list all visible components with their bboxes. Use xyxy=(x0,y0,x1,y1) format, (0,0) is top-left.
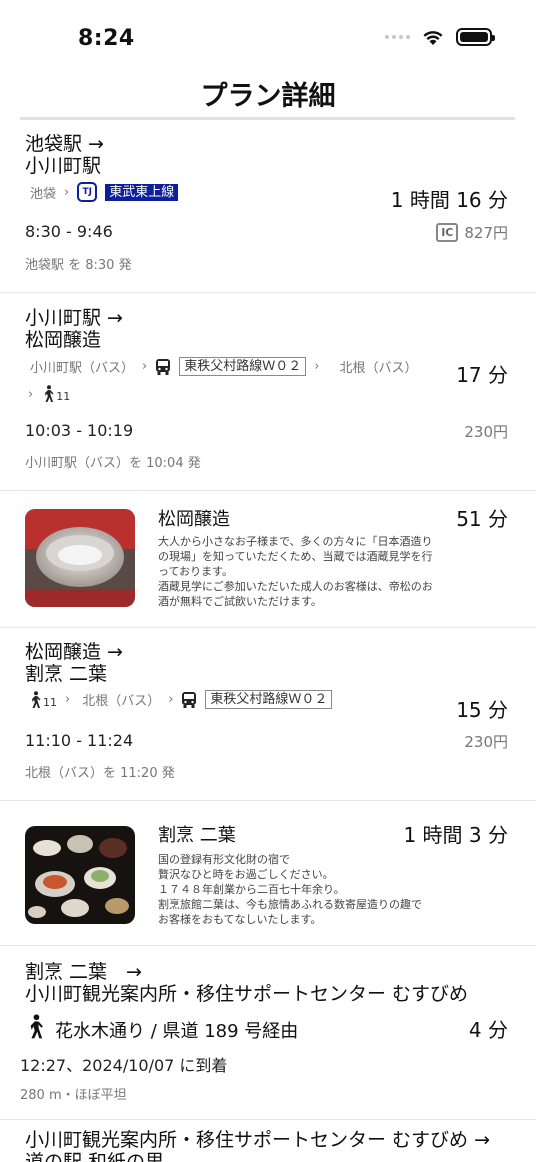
leg-destination: 道の駅 和紙の里 xyxy=(25,1151,165,1162)
arrival-time: 12:27、2024/10/07 に到着 xyxy=(20,1056,228,1075)
line-badge: 東武東上線 xyxy=(105,183,179,201)
leg-destination: 小川町駅 xyxy=(25,155,102,177)
leg-title: 小川町駅 → xyxy=(25,307,123,329)
spot-description-text: 国の登録有形文化財の宿で 贅沢なひと時をお過ごしください。 １７４８年創業から二… xyxy=(158,853,422,926)
walk-minutes: 11 xyxy=(56,390,71,403)
stay-duration: 51 分 xyxy=(456,507,508,531)
stay-duration: 1 時間 3 分 xyxy=(403,823,508,847)
leg-card-musubime-michinoeki[interactable]: 小川町観光案内所・移住サポートセンター むすびめ → 道の駅 和紙の里 xyxy=(0,1120,536,1162)
departure-note: 北根（バス）を 11:20 発 xyxy=(25,766,175,781)
fare-amount: 230円 xyxy=(464,733,508,751)
tobu-tj-icon: TJ xyxy=(77,182,98,202)
chevron-right-icon: › xyxy=(65,692,71,707)
spot-name: 松岡醸造 xyxy=(158,509,230,530)
from-station: 池袋 xyxy=(30,186,57,202)
leg-destination: 松岡醸造 xyxy=(25,329,102,351)
leg-destination: 割烹 二葉 xyxy=(25,663,108,685)
leg-destination: 小川町観光案内所・移住サポートセンター むすびめ xyxy=(25,983,469,1005)
route-row: 小川町駅（バス） › 東秩父村路線Ｗ０２ › 北根（バス） xyxy=(25,357,417,376)
sake-photo xyxy=(25,509,135,607)
battery-icon xyxy=(456,28,495,46)
chevron-right-icon: › xyxy=(314,359,320,374)
leg-duration: 15 分 xyxy=(456,698,508,722)
route-row: 11 › 北根（バス） › 東秩父村路線Ｗ０２ xyxy=(25,690,333,709)
fare-amount: 827円 xyxy=(464,224,508,242)
spot-description-text: 大人から小さなお子様まで、多くの方々に「日本酒造りの現場」を知っていただくため、… xyxy=(158,535,433,608)
time-range: 11:10 - 11:24 xyxy=(25,731,134,750)
to-stop: 北根（バス） xyxy=(339,361,418,376)
leg-duration: 4 分 xyxy=(468,1018,508,1042)
walk-route: 花水木通り / 県道 189 号経由 xyxy=(25,1014,298,1045)
walk-minutes: 11 xyxy=(43,695,57,709)
cellular-signal-icon xyxy=(385,35,410,39)
ic-card-icon: IC xyxy=(436,223,459,242)
walk-row: › 11 xyxy=(25,385,70,403)
fare: 230円 xyxy=(464,731,508,752)
bus-icon xyxy=(155,358,171,376)
line-badge: 東秩父村路線Ｗ０２ xyxy=(179,357,307,376)
chevron-right-icon: › xyxy=(142,359,148,374)
leg-duration: 17 分 xyxy=(456,363,508,387)
bus-icon xyxy=(181,691,197,709)
spot-description: 大人から小さなお子様まで、多くの方々に「日本酒造りの現場」を知っていただくため、… xyxy=(158,534,443,609)
walk-icon: 11 xyxy=(41,385,70,403)
spot-description: 国の登録有形文化財の宿で 贅沢なひと時をお過ごしください。 １７４８年創業から二… xyxy=(158,852,458,927)
leg-card-ogawamachi-matsuoka[interactable]: 小川町駅 → 松岡醸造 小川町駅（バス） › 東秩父村路線Ｗ０２ › 北根（バス… xyxy=(0,293,536,491)
walk-icon xyxy=(25,1014,45,1045)
kaiseki-meal-photo xyxy=(25,826,135,924)
walk-distance: 280 m・ほぼ平坦 xyxy=(20,1088,127,1103)
leg-title: 割烹 二葉 → xyxy=(25,961,142,983)
fare-amount: 230円 xyxy=(464,423,508,441)
page-title: プラン詳細 xyxy=(200,81,336,112)
spot-card-futaba[interactable]: 割烹 二葉 1 時間 3 分 国の登録有形文化財の宿で 贅沢なひと時をお過ごしく… xyxy=(0,801,536,946)
fare: IC 827円 xyxy=(436,222,508,243)
time-range: 8:30 - 9:46 xyxy=(25,222,113,241)
leg-title: 池袋駅 → xyxy=(25,133,104,155)
spot-card-matsuoka[interactable]: 松岡醸造 51 分 大人から小さなお子様まで、多くの方々に「日本酒造りの現場」を… xyxy=(0,491,536,628)
status-bar: 8:24 xyxy=(0,0,536,66)
fare: 230円 xyxy=(464,421,508,442)
leg-card-futaba-musubime[interactable]: 割烹 二葉 → 小川町観光案内所・移住サポートセンター むすびめ 花水木通り /… xyxy=(0,946,536,1120)
time-range: 10:03 - 10:19 xyxy=(25,421,134,440)
from-stop: 北根（バス） xyxy=(82,694,161,709)
line-badge: 東秩父村路線Ｗ０２ xyxy=(205,690,333,709)
departure-note: 池袋駅 を 8:30 発 xyxy=(25,258,132,273)
from-stop: 小川町駅（バス） xyxy=(30,361,135,376)
leg-card-matsuoka-futaba[interactable]: 松岡醸造 → 割烹 二葉 11 › 北根（バス） › 東秩父村路線Ｗ０２ 15 … xyxy=(0,628,536,801)
status-time: 8:24 xyxy=(78,26,135,51)
walk-route-text: 花水木通り / 県道 189 号経由 xyxy=(55,1020,299,1042)
wifi-icon xyxy=(423,30,443,45)
chevron-right-icon: › xyxy=(64,184,70,200)
leg-duration: 1 時間 16 分 xyxy=(390,188,508,212)
leg-title: 松岡醸造 → xyxy=(25,641,123,663)
status-icons xyxy=(385,28,495,46)
leg-title: 小川町観光案内所・移住サポートセンター むすびめ → xyxy=(25,1129,491,1151)
spot-name: 割烹 二葉 xyxy=(158,825,236,846)
walk-icon: 11 xyxy=(28,690,57,709)
departure-note: 小川町駅（バス）を 10:04 発 xyxy=(25,456,201,471)
chevron-right-icon: › xyxy=(28,386,34,402)
leg-card-ikebukuro-ogawamachi[interactable]: 池袋駅 → 小川町駅 池袋 › TJ 東武東上線 1 時間 16 分 8:30 … xyxy=(0,120,536,293)
route-row: 池袋 › TJ 東武東上線 xyxy=(25,182,179,202)
chevron-right-icon: › xyxy=(168,692,174,707)
